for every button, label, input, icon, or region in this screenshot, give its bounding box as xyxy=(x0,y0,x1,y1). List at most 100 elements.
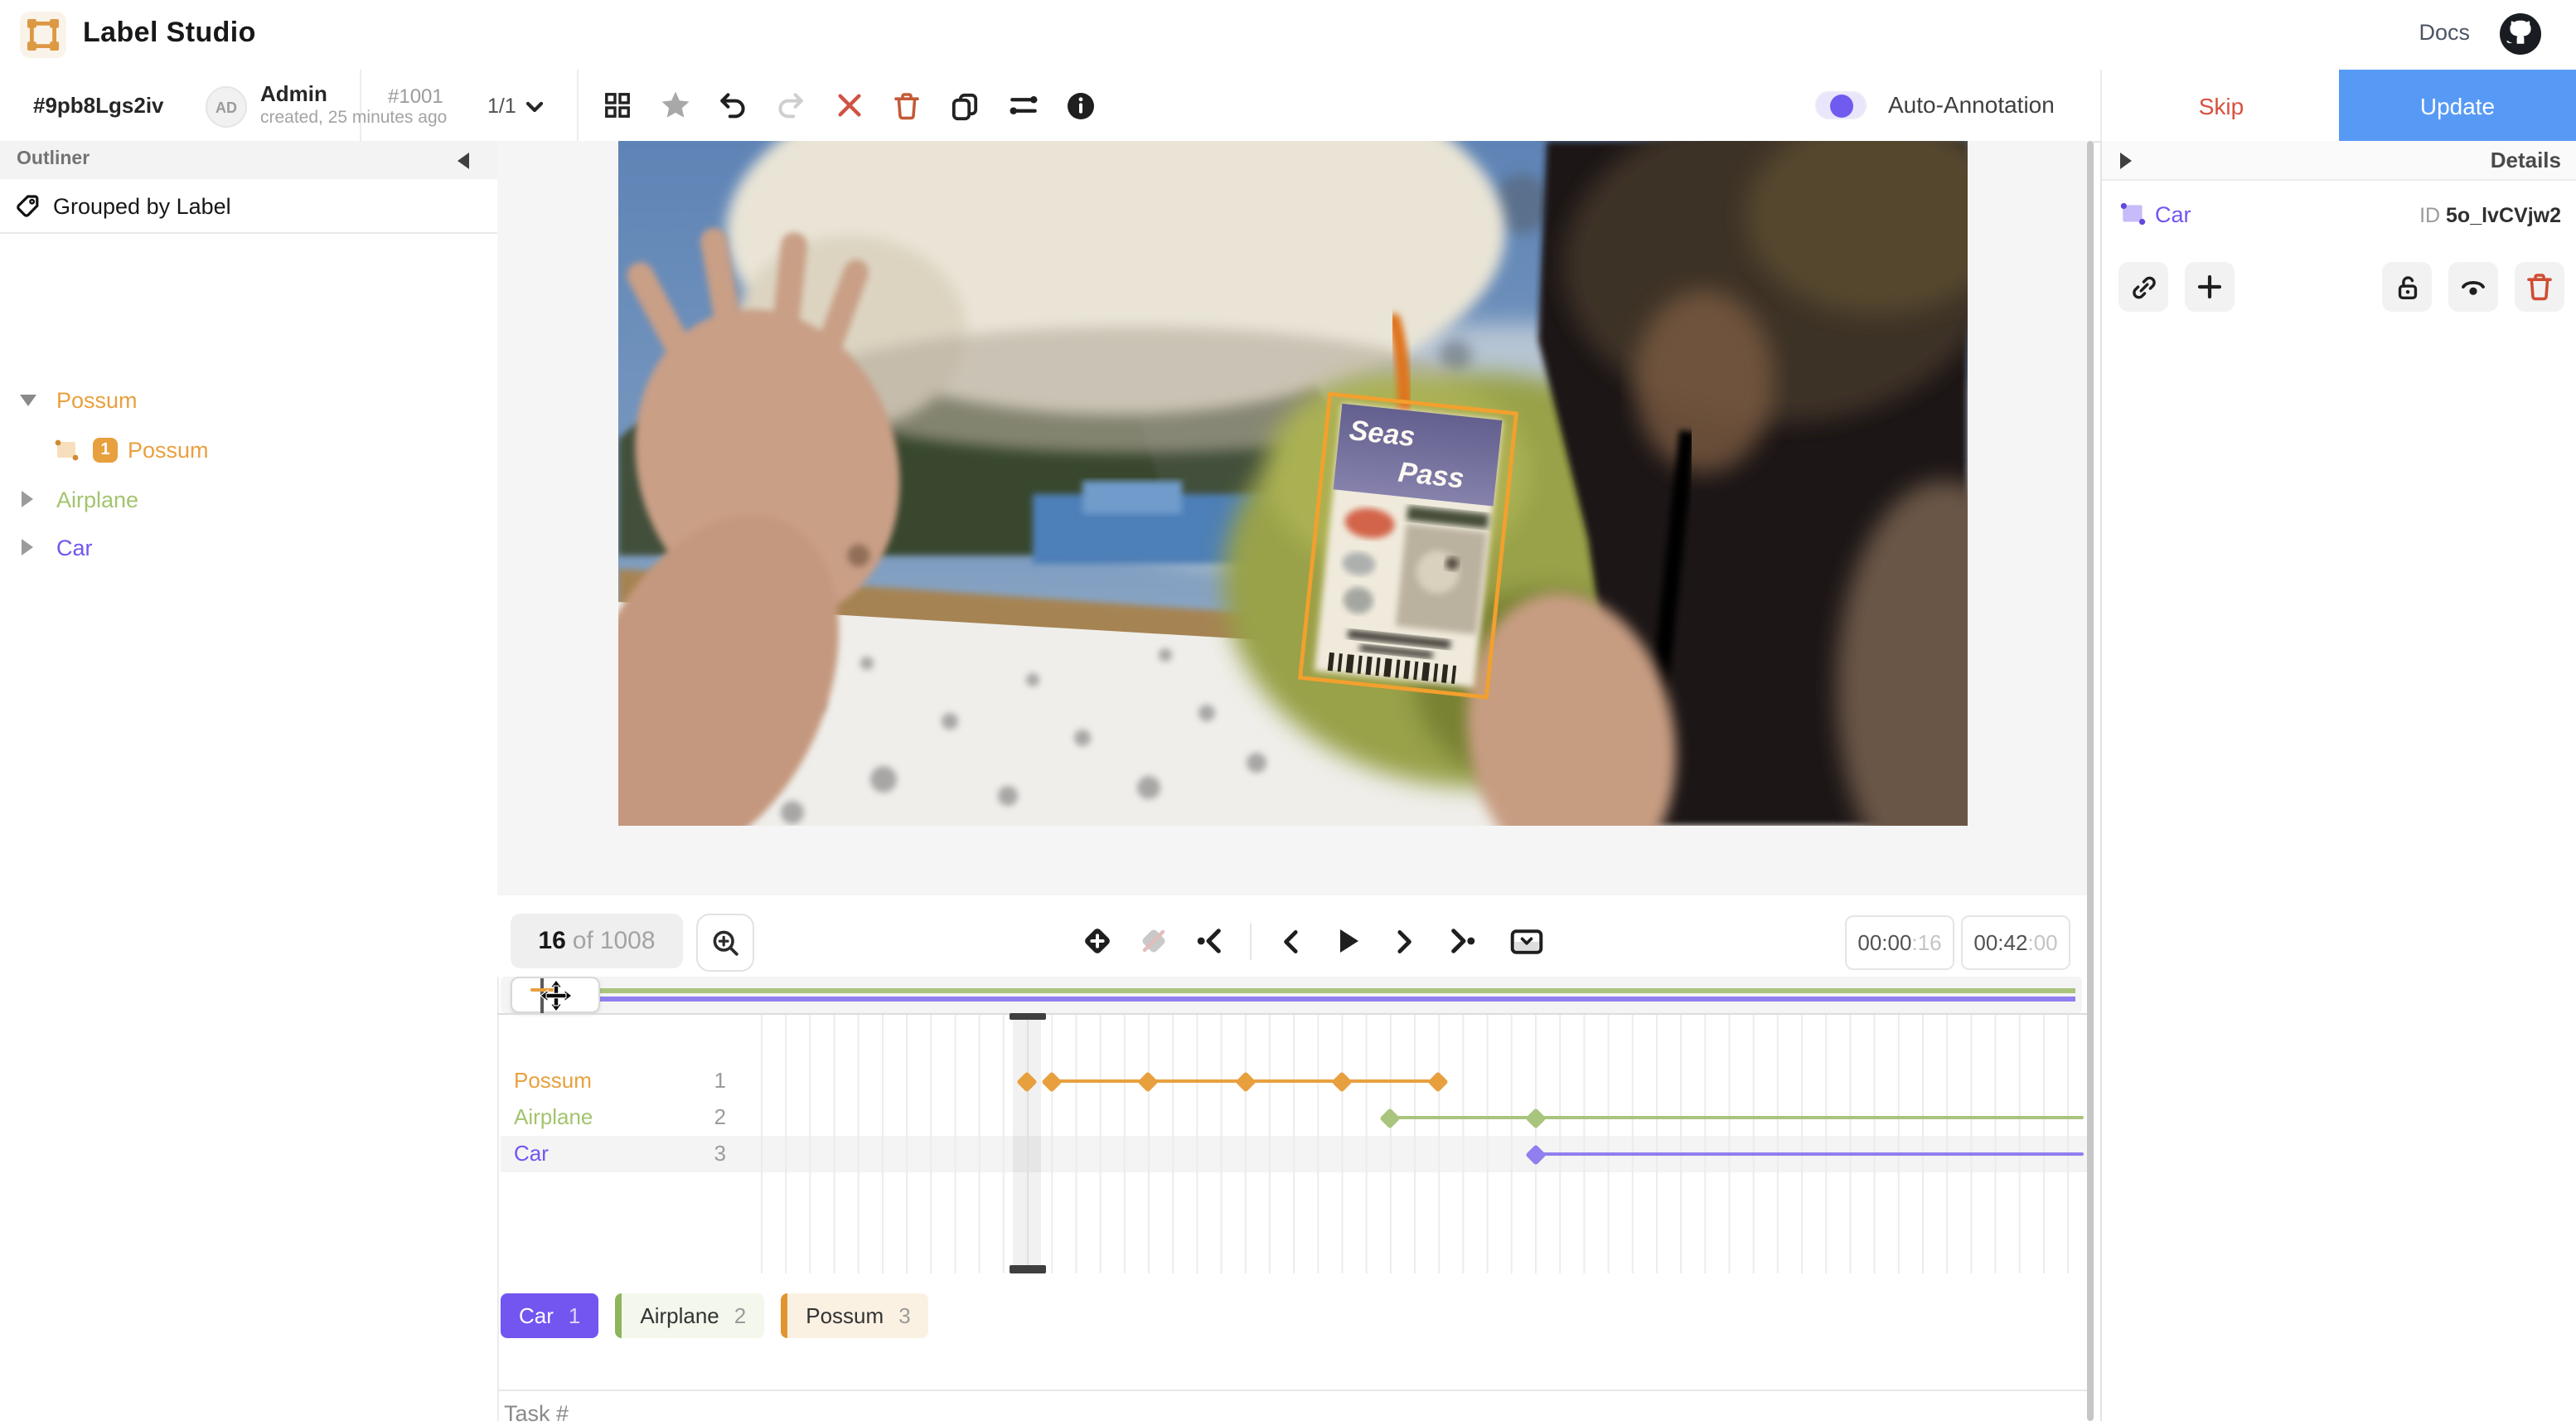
add-keyframe-button[interactable] xyxy=(1081,924,1114,958)
outliner-panel: Outliner Grouped by Label Possum xyxy=(0,141,499,1421)
pill-hotkey: 1 xyxy=(569,1303,580,1328)
grouping-label: Grouped by Label xyxy=(53,193,231,218)
auto-annotation-toggle[interactable] xyxy=(1815,91,1867,119)
pill-hotkey: 2 xyxy=(734,1303,746,1328)
outliner-title: Outliner xyxy=(17,149,90,169)
video-frame[interactable]: Seas Pass xyxy=(618,141,1968,826)
toolbar-divider xyxy=(577,70,579,141)
copy-annotation-icon[interactable] xyxy=(948,89,981,122)
tag-icon xyxy=(15,193,40,218)
avatar: AD xyxy=(206,86,247,128)
annotation-pagination: 1/1 xyxy=(487,95,516,118)
redo-icon[interactable] xyxy=(774,89,807,122)
update-button[interactable]: Update xyxy=(2339,70,2576,141)
keyframe-diamond[interactable] xyxy=(1137,1070,1158,1091)
frame-of: of xyxy=(573,927,593,955)
minimap-airplane-line xyxy=(560,988,2075,992)
timeline-minimap[interactable] xyxy=(501,977,2082,1013)
remove-keyframe-button[interactable] xyxy=(1137,924,1170,958)
lock-region-button[interactable] xyxy=(2382,262,2432,312)
label-pill-possum[interactable]: Possum 3 xyxy=(781,1293,928,1338)
task-footer-label: Task # xyxy=(504,1401,569,1426)
keyframe-diamond[interactable] xyxy=(1041,1070,1062,1091)
time-total-frames: :00 xyxy=(2027,930,2057,955)
playback-buttons xyxy=(1081,914,1543,968)
keyframe-diamond[interactable] xyxy=(1428,1070,1449,1091)
outliner-group-car[interactable]: Car xyxy=(0,527,497,567)
label-studio-app: Label Studio Docs #9pb8Lgs2iv AD Admin c… xyxy=(0,0,2576,1421)
docs-link[interactable]: Docs xyxy=(2419,20,2470,45)
star-icon[interactable] xyxy=(658,89,691,122)
prev-keyframe-button[interactable] xyxy=(1194,924,1227,958)
annotation-id: #1001 xyxy=(388,85,443,108)
user-name: Admin xyxy=(260,81,327,106)
undo-icon[interactable] xyxy=(716,89,749,122)
keyframe-diamond[interactable] xyxy=(1331,1070,1352,1091)
track-label-possum[interactable]: Possum xyxy=(514,1068,592,1093)
toggle-knob xyxy=(1830,94,1853,117)
keyframe-diamond[interactable] xyxy=(1234,1070,1255,1091)
group-label: Car xyxy=(56,535,93,560)
zoom-in-button[interactable] xyxy=(696,914,754,972)
label-pill-airplane[interactable]: Airplane 2 xyxy=(615,1293,764,1338)
label-pill-car[interactable]: Car 1 xyxy=(501,1293,598,1338)
play-button[interactable] xyxy=(1331,924,1364,958)
skip-button[interactable]: Skip xyxy=(2100,70,2341,141)
toolbar-divider xyxy=(360,70,361,141)
details-panel: Details Car ID 5o_lvCVjw2 xyxy=(2100,141,2576,1421)
caret-down-icon[interactable] xyxy=(20,394,36,405)
hide-region-button[interactable] xyxy=(2448,262,2498,312)
add-relation-button[interactable] xyxy=(2185,262,2235,312)
keyframe-segment[interactable] xyxy=(1390,1116,2084,1120)
pill-label: Airplane xyxy=(640,1303,719,1328)
track-number: 1 xyxy=(696,1068,726,1093)
minimap-car-line xyxy=(565,997,2075,1002)
outliner-region-possum[interactable]: 1 Possum xyxy=(0,429,497,469)
reset-icon[interactable] xyxy=(832,89,865,122)
time-total-main: 00:42 xyxy=(1973,930,2027,955)
selected-region-row[interactable]: Car ID 5o_lvCVjw2 xyxy=(2102,196,2576,239)
compare-predictions-icon[interactable] xyxy=(1006,89,1039,122)
time-current-main: 00:00 xyxy=(1857,930,1911,955)
task-id: #9pb8Lgs2iv xyxy=(33,93,164,118)
track-number: 3 xyxy=(696,1141,726,1166)
track-label-car[interactable]: Car xyxy=(514,1141,549,1166)
region-icon xyxy=(2118,201,2148,227)
caret-right-icon[interactable] xyxy=(22,491,33,507)
region-bounding-box[interactable] xyxy=(1300,394,1517,697)
timeline-tracks[interactable]: Possum 1 Airplane 2 Car 3 xyxy=(501,1015,2094,1273)
keyframe-diamond[interactable] xyxy=(1525,1107,1546,1128)
outliner-group-airplane[interactable]: Airplane xyxy=(0,479,497,519)
grid-view-icon[interactable] xyxy=(600,89,633,122)
prev-frame-button[interactable] xyxy=(1275,924,1308,958)
playhead-marker[interactable] xyxy=(1009,1265,1045,1273)
keyframe-diamond[interactable] xyxy=(1016,1070,1037,1091)
collapse-panel-icon[interactable] xyxy=(458,153,469,169)
info-icon[interactable] xyxy=(1064,89,1097,122)
caret-right-icon[interactable] xyxy=(22,539,33,555)
auto-annotation-label: Auto-Annotation xyxy=(1888,91,2055,118)
app-header: Label Studio Docs xyxy=(0,0,2576,71)
grouping-selector[interactable]: Grouped by Label xyxy=(0,179,497,234)
time-current[interactable]: 00:00:16 xyxy=(1845,915,1954,970)
delete-region-button[interactable] xyxy=(2515,262,2564,312)
move-cursor-icon xyxy=(540,980,572,1011)
collapse-details-icon[interactable] xyxy=(2120,153,2132,169)
region-icon xyxy=(53,437,81,462)
keyframe-segment[interactable] xyxy=(1051,1079,1438,1084)
chevron-down-icon[interactable] xyxy=(524,96,545,118)
interpolation-toggle-button[interactable] xyxy=(1510,924,1543,958)
keyframe-diamond[interactable] xyxy=(1379,1107,1400,1128)
outliner-group-possum[interactable]: Possum xyxy=(0,380,497,420)
next-frame-button[interactable] xyxy=(1387,924,1421,958)
delete-annotation-icon[interactable] xyxy=(890,89,923,122)
scrollbar[interactable] xyxy=(2087,141,2094,1421)
github-icon[interactable] xyxy=(2498,12,2543,56)
track-label-airplane[interactable]: Airplane xyxy=(514,1104,593,1129)
annotation-toolbar: #9pb8Lgs2iv AD Admin created, 25 minutes… xyxy=(0,70,2576,143)
next-keyframe-button[interactable] xyxy=(1444,924,1477,958)
link-region-button[interactable] xyxy=(2118,262,2168,312)
selected-track-highlight xyxy=(501,1136,2094,1172)
video-controls: 16 of 1008 xyxy=(497,895,2094,977)
frame-counter[interactable]: 16 of 1008 xyxy=(511,914,683,968)
